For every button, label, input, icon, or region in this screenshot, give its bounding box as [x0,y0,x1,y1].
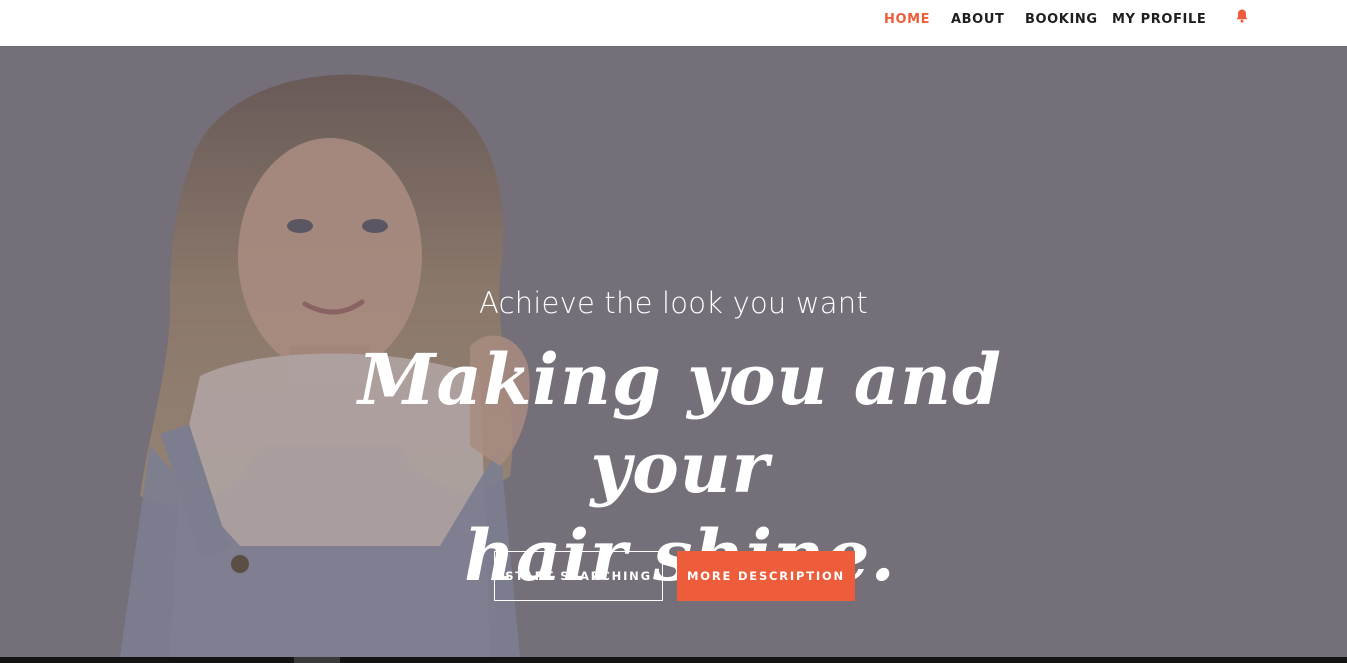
bottom-strip [0,657,1347,663]
nav-about-link[interactable]: ABOUT [951,12,1004,28]
nav-booking-link[interactable]: BOOKING [1025,12,1098,28]
hero-section: Achieve the look you want Making you and… [0,46,1347,657]
hero-title-line-1: Making you and your [358,338,1002,509]
bell-icon[interactable] [1234,8,1250,24]
nav-my-profile-link[interactable]: MY PROFILE [1112,12,1206,28]
hero-subtitle: Achieve the look you want [479,286,868,320]
bottom-strip-marker [294,657,340,663]
nav-home-link[interactable]: HOME [884,12,930,28]
more-description-button[interactable]: MORE DESCRIPTION [677,551,855,601]
start-searching-button[interactable]: START SEARCHING [494,551,663,601]
top-navbar: HOME ABOUT BOOKING MY PROFILE [0,0,1347,46]
